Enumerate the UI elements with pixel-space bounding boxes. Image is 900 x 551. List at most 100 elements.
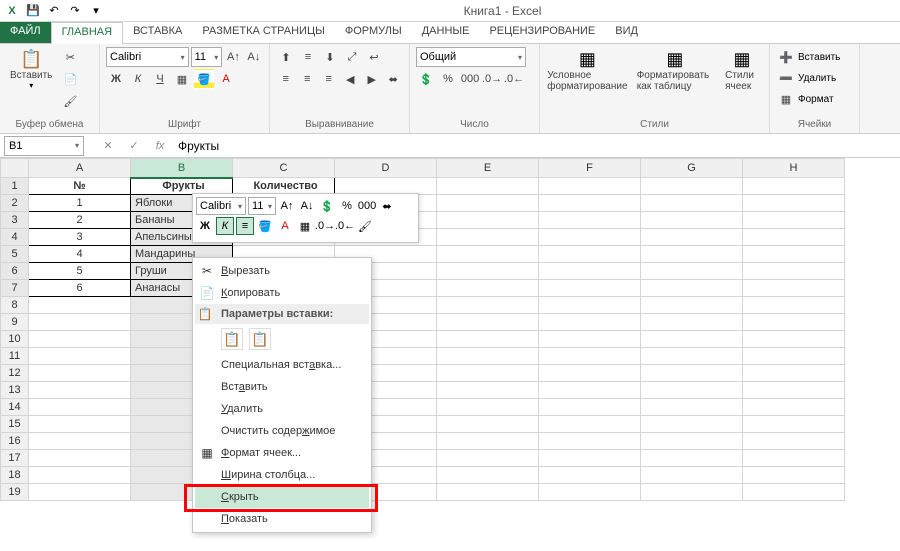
cell-F13[interactable] <box>539 382 641 399</box>
row-header-3[interactable]: 3 <box>1 212 29 229</box>
cell-E17[interactable] <box>437 450 539 467</box>
delete-cells-label[interactable]: Удалить <box>798 73 836 84</box>
fill-color-button[interactable]: 🪣 <box>194 69 214 89</box>
mini-merge-icon[interactable]: ⬌ <box>378 197 396 215</box>
cell-E13[interactable] <box>437 382 539 399</box>
cell-F6[interactable] <box>539 263 641 280</box>
cell-E8[interactable] <box>437 297 539 314</box>
cell-A12[interactable] <box>29 365 131 382</box>
cell-F12[interactable] <box>539 365 641 382</box>
mini-dec-decimal-icon[interactable]: .0← <box>336 217 354 235</box>
cell-A5[interactable]: 4 <box>29 246 131 263</box>
cell-F14[interactable] <box>539 399 641 416</box>
context-clear[interactable]: Очистить содержимое <box>195 420 369 442</box>
column-header-C[interactable]: C <box>233 159 335 178</box>
cell-E10[interactable] <box>437 331 539 348</box>
mini-inc-decimal-icon[interactable]: .0→ <box>316 217 334 235</box>
name-box[interactable]: B1▾ <box>4 136 84 156</box>
row-header-7[interactable]: 7 <box>1 280 29 297</box>
cell-F17[interactable] <box>539 450 641 467</box>
cell-E5[interactable] <box>437 246 539 263</box>
row-header-6[interactable]: 6 <box>1 263 29 280</box>
context-copy[interactable]: 📄Копировать <box>195 282 369 304</box>
cell-G17[interactable] <box>641 450 743 467</box>
cell-H1[interactable] <box>743 178 845 195</box>
row-header-8[interactable]: 8 <box>1 297 29 314</box>
border-button[interactable]: ▦ <box>172 69 192 89</box>
cell-F10[interactable] <box>539 331 641 348</box>
cell-D1[interactable] <box>335 178 437 195</box>
row-header-16[interactable]: 16 <box>1 433 29 450</box>
undo-icon[interactable]: ↶ <box>45 2 63 20</box>
align-right-icon[interactable]: ≡ <box>319 69 339 89</box>
cell-A15[interactable] <box>29 416 131 433</box>
cell-A19[interactable] <box>29 484 131 501</box>
cell-H3[interactable] <box>743 212 845 229</box>
cell-A17[interactable] <box>29 450 131 467</box>
cell-H19[interactable] <box>743 484 845 501</box>
cell-A8[interactable] <box>29 297 131 314</box>
align-left-icon[interactable]: ≡ <box>276 69 296 89</box>
cell-H12[interactable] <box>743 365 845 382</box>
cell-A3[interactable]: 2 <box>29 212 131 229</box>
fx-icon[interactable]: fx <box>150 140 170 152</box>
cell-E14[interactable] <box>437 399 539 416</box>
cut-icon[interactable]: ✂ <box>60 47 80 67</box>
increase-font-icon[interactable]: A↑ <box>224 47 242 67</box>
font-name-combo[interactable]: Calibri▾ <box>106 47 189 67</box>
mini-border-icon[interactable]: ▦ <box>296 217 314 235</box>
enter-icon[interactable]: ✓ <box>124 139 144 152</box>
cell-G11[interactable] <box>641 348 743 365</box>
context-delete[interactable]: Удалить <box>195 398 369 420</box>
cell-E1[interactable] <box>437 178 539 195</box>
format-as-table-button[interactable]: ▦Форматировать как таблицу <box>633 47 717 94</box>
cell-G14[interactable] <box>641 399 743 416</box>
mini-decrease-font-icon[interactable]: A↓ <box>298 197 316 215</box>
context-show[interactable]: Показать <box>195 508 369 530</box>
mini-currency-icon[interactable]: 💲 <box>318 197 336 215</box>
row-header-9[interactable]: 9 <box>1 314 29 331</box>
insert-cells-label[interactable]: Вставить <box>798 52 840 63</box>
format-cells-icon[interactable]: ▦ <box>776 89 796 109</box>
cell-F5[interactable] <box>539 246 641 263</box>
cell-E16[interactable] <box>437 433 539 450</box>
cell-H15[interactable] <box>743 416 845 433</box>
cell-F1[interactable] <box>539 178 641 195</box>
cell-F11[interactable] <box>539 348 641 365</box>
column-header-A[interactable]: A <box>29 159 131 178</box>
font-color-button[interactable]: A <box>216 69 236 89</box>
paste-option-values-icon[interactable]: 📋 <box>249 328 271 350</box>
cell-A16[interactable] <box>29 433 131 450</box>
row-header-13[interactable]: 13 <box>1 382 29 399</box>
cell-H5[interactable] <box>743 246 845 263</box>
wrap-text-icon[interactable]: ↩ <box>364 47 384 67</box>
underline-button[interactable]: Ч <box>150 69 170 89</box>
cell-G6[interactable] <box>641 263 743 280</box>
cell-H8[interactable] <box>743 297 845 314</box>
currency-icon[interactable]: 💲 <box>416 69 436 89</box>
cell-H7[interactable] <box>743 280 845 297</box>
align-center-icon[interactable]: ≡ <box>298 69 318 89</box>
cell-G16[interactable] <box>641 433 743 450</box>
increase-decimal-icon[interactable]: .0→ <box>482 69 502 89</box>
tab-file[interactable]: ФАЙЛ <box>0 22 51 43</box>
align-top-icon[interactable]: ⬆ <box>276 47 296 67</box>
tab-review[interactable]: РЕЦЕНЗИРОВАНИЕ <box>479 22 605 43</box>
redo-icon[interactable]: ↷ <box>66 2 84 20</box>
cell-H13[interactable] <box>743 382 845 399</box>
conditional-formatting-button[interactable]: ▦Условное форматирование <box>546 47 629 94</box>
row-header-14[interactable]: 14 <box>1 399 29 416</box>
align-bottom-icon[interactable]: ⬇ <box>320 47 340 67</box>
indent-increase-icon[interactable]: ▶ <box>362 69 382 89</box>
cell-A14[interactable] <box>29 399 131 416</box>
column-header-B[interactable]: B <box>131 159 233 178</box>
cell-E11[interactable] <box>437 348 539 365</box>
mini-comma-icon[interactable]: 000 <box>358 197 376 215</box>
row-header-10[interactable]: 10 <box>1 331 29 348</box>
cell-F7[interactable] <box>539 280 641 297</box>
cell-G15[interactable] <box>641 416 743 433</box>
tab-formulas[interactable]: ФОРМУЛЫ <box>335 22 412 43</box>
indent-decrease-icon[interactable]: ◀ <box>341 69 361 89</box>
row-header-4[interactable]: 4 <box>1 229 29 246</box>
context-paste-special[interactable]: Специальная вставка... <box>195 354 369 376</box>
